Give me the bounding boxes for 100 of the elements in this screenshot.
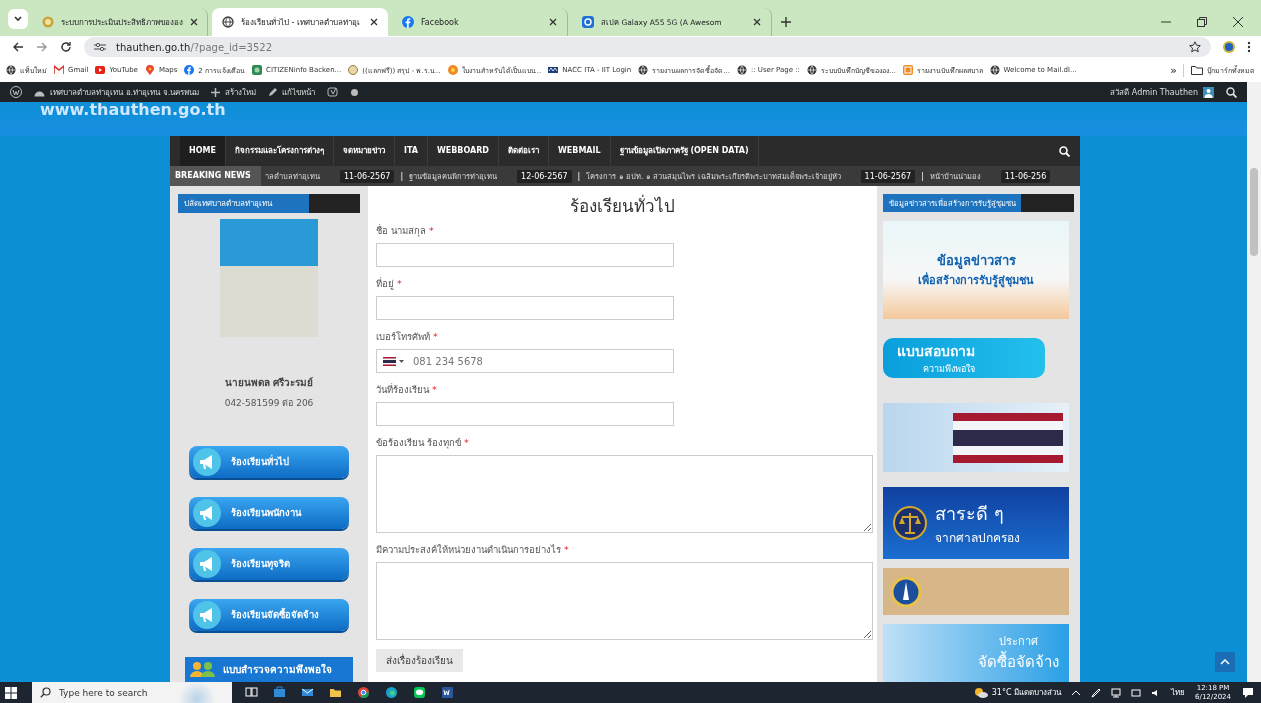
news-date: 12-06-2567	[517, 169, 572, 183]
plus-icon	[781, 17, 791, 27]
input-field[interactable]	[376, 402, 674, 426]
search-button[interactable]	[1059, 145, 1070, 157]
input-field[interactable]	[376, 243, 674, 267]
site-name-link[interactable]: เทศบาลตำบลท่าอุเทน อ.ท่าอุเทน จ.นครพนม	[34, 85, 200, 99]
gmail-icon	[54, 65, 64, 75]
megaphone-icon	[193, 447, 221, 476]
store-logo-icon	[272, 686, 286, 699]
complaint-button[interactable]: ร้องเรียนทุจริต	[189, 547, 349, 580]
new-content-link[interactable]: สร้างใหม่	[211, 85, 257, 99]
address-bar[interactable]: thauthen.go.th/?page_id=3522	[84, 37, 1211, 57]
network-icon	[1111, 687, 1122, 698]
form-title: ร้องเรียนทั่วไป	[569, 193, 676, 218]
square-icon	[902, 65, 913, 75]
pencil-icon	[268, 87, 278, 97]
more-bookmarks-button[interactable]: »	[1164, 63, 1184, 77]
input-field[interactable]	[376, 296, 674, 320]
chevron-up-icon	[1220, 659, 1230, 665]
map-pin-icon	[144, 65, 155, 75]
account-menu[interactable]: สวัสดี Admin Thauthen	[1110, 85, 1214, 99]
task-view-logo-icon	[244, 686, 258, 699]
complaint-button[interactable]: ร้องเรียนจัดซื้อจัดจ้าง	[189, 598, 349, 631]
mail-logo-icon	[300, 686, 314, 699]
language-indicator[interactable]: ไทย	[1171, 686, 1186, 699]
file-explorer-logo-icon	[328, 686, 342, 699]
survey-button[interactable]: แบบสำรวจความพึงพอใจ	[185, 656, 353, 682]
tab-title: ร้องเรียนทั่วไป - เทศบาลตำบลท่าอุเ	[241, 16, 361, 29]
coin-icon	[42, 16, 54, 28]
reload-icon	[60, 41, 72, 53]
globe-icon	[222, 16, 234, 28]
folder-icon	[1191, 65, 1203, 75]
separator: |	[400, 171, 404, 181]
extension-icon	[1223, 41, 1235, 53]
phone-field[interactable]: 081 234 5678	[376, 349, 674, 373]
field-label: ข้อร้องเรียน ร้องทุกข์ *	[376, 436, 470, 450]
field-label: มีความประสงค์ให้หน่วยงานดำเนินการอย่างไร *	[376, 543, 570, 557]
scales-icon	[893, 506, 927, 541]
nav-link[interactable]: HOME	[180, 136, 226, 166]
globe-icon	[638, 65, 649, 75]
site-info-icon	[94, 42, 106, 52]
megaphone-icon	[193, 498, 221, 527]
field-label: เบอร์โทรศัพท์ *	[376, 330, 439, 344]
flag-banner[interactable]	[883, 403, 1069, 473]
megaphone-icon	[193, 600, 221, 629]
forward-icon	[36, 41, 48, 53]
banner-text: เพื่อสร้างการรับรู้สู่ชุมชน	[918, 271, 1034, 290]
close-icon	[549, 18, 557, 26]
taskbar-search-field[interactable]: Type here to search	[32, 682, 232, 703]
close-icon	[753, 18, 761, 26]
card-icon	[252, 65, 262, 75]
scrollbar[interactable]	[1247, 82, 1261, 682]
back-button[interactable]	[12, 41, 24, 53]
complaint-button[interactable]: ร้องเรียนพนักงาน	[189, 496, 349, 529]
court-banner[interactable]: สาระดี ๆ จากศาลปกครอง	[883, 487, 1069, 560]
news-date: 11-06-2567	[339, 169, 395, 183]
tab-title: ระบบการประเมินประสิทธิภาพขององ	[61, 16, 183, 29]
notifications-button[interactable]	[1241, 686, 1255, 699]
scroll-to-top-button[interactable]	[1215, 652, 1235, 672]
banner-text: จัดซื้อจัดจ้าง	[978, 650, 1059, 674]
seo-plugin-icon	[327, 87, 340, 97]
more-menu-icon	[1247, 41, 1251, 53]
news-date: 11-06-2567	[860, 169, 916, 183]
info-center-banner[interactable]	[883, 568, 1069, 616]
extension-button[interactable]	[1223, 41, 1235, 53]
globe-icon	[736, 65, 747, 75]
search-input[interactable]: Type here to search	[57, 686, 171, 699]
status-dot-icon	[351, 88, 359, 96]
person-name: นายนพดล ศรีวะรมย์	[224, 375, 314, 390]
app-icon	[582, 16, 594, 28]
weather-widget[interactable]: 31°C มีแดดบางส่วน	[973, 686, 1062, 699]
search-icon	[40, 687, 51, 698]
globe-icon	[989, 65, 1000, 75]
globe-icon	[6, 65, 16, 75]
speech-bubble-icon	[1242, 686, 1254, 699]
banner-text: สาระดี ๆ	[935, 502, 1004, 527]
tab-list-button[interactable]	[8, 9, 28, 29]
close-button[interactable]	[1233, 17, 1243, 27]
reload-button[interactable]	[60, 41, 72, 53]
forward-button[interactable]	[36, 41, 48, 53]
wordpress-logo-button[interactable]	[10, 86, 22, 98]
complaint-button[interactable]: ร้องเรียนทั่วไป	[189, 445, 349, 478]
facebook-icon	[184, 65, 195, 75]
url-text: thauthen.go.th/?page_id=3522	[116, 41, 272, 53]
edge-logo-icon	[384, 686, 398, 699]
more-menu-button[interactable]	[1247, 41, 1251, 53]
search-icon	[1226, 86, 1237, 98]
banner-text: แบบสอบถาม	[897, 342, 975, 362]
line-logo-icon	[412, 686, 426, 699]
coin-icon	[447, 65, 458, 75]
restore-button[interactable]	[1197, 17, 1207, 27]
seo-plugin-button[interactable]	[327, 87, 340, 97]
field-label: วันที่ร้องเรียน *	[376, 382, 438, 397]
edit-page-link[interactable]: แก้ไขหน้า	[268, 85, 316, 99]
submit-button[interactable]: ส่งเรื่องร้องเรียน	[376, 649, 463, 672]
separator: |	[921, 171, 924, 181]
search-button[interactable]	[1226, 86, 1237, 98]
info-banner[interactable]: ข้อมูลข่าวสาร เพื่อสร้างการรับรู้สู่ชุมชน	[883, 221, 1069, 319]
browser-tab[interactable]: ร้องเรียนทั่วไป - เทศบาลตำบลท่าอุเ	[212, 8, 388, 36]
site-url-heading: www.thauthen.go.th	[40, 102, 226, 118]
